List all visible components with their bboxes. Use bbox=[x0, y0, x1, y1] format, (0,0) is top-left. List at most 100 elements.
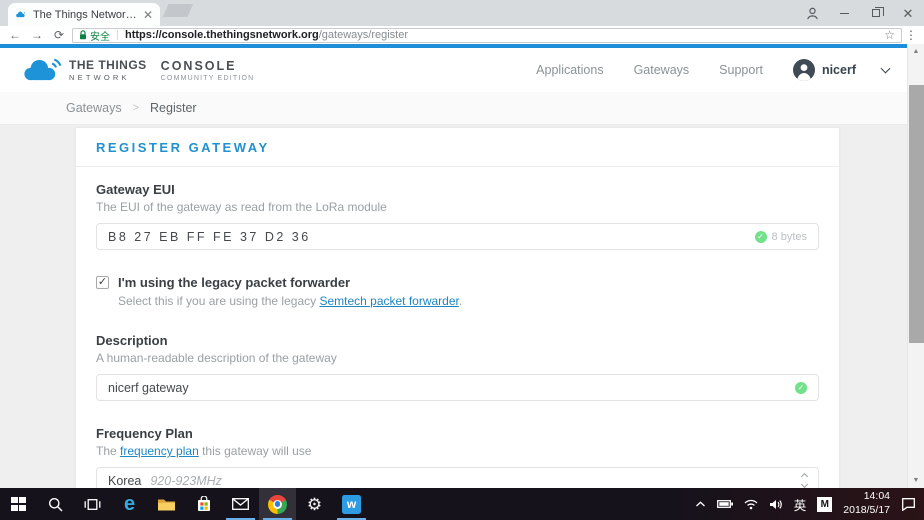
scrollbar-down-icon[interactable]: ▼ bbox=[908, 477, 924, 484]
ime-mode-indicator[interactable]: M bbox=[817, 497, 832, 512]
mail-icon bbox=[232, 498, 249, 510]
browser-tabstrip: The Things Network Co ✕ ✕ bbox=[0, 0, 924, 26]
description-label: Description bbox=[96, 333, 819, 348]
task-view-icon bbox=[84, 498, 101, 511]
windows-logo-icon bbox=[11, 497, 26, 512]
search-icon bbox=[48, 497, 63, 512]
wps-app-button[interactable]: w bbox=[333, 488, 370, 520]
refresh-button[interactable]: ⟳ bbox=[48, 28, 70, 42]
chrome-button[interactable] bbox=[259, 488, 296, 520]
gateway-eui-label: Gateway EUI bbox=[96, 182, 819, 197]
store-button[interactable] bbox=[185, 488, 222, 520]
breadcrumb-register: Register bbox=[150, 101, 197, 115]
eui-validation-badge: ✓ 8 bytes bbox=[755, 231, 807, 243]
breadcrumb-separator: > bbox=[133, 102, 139, 114]
register-form: Gateway EUI The EUI of the gateway as re… bbox=[76, 167, 839, 520]
gear-icon: ⚙ bbox=[307, 496, 322, 513]
file-explorer-button[interactable] bbox=[148, 488, 185, 520]
scrollbar-thumb[interactable] bbox=[909, 85, 924, 343]
ttn-favicon-cloud-icon bbox=[15, 10, 27, 19]
legacy-forwarder-label: I'm using the legacy packet forwarder bbox=[118, 275, 350, 290]
check-icon: ✓ bbox=[795, 382, 807, 394]
url-path: /gateways/register bbox=[319, 29, 408, 41]
store-icon bbox=[196, 496, 212, 512]
gateway-eui-value: B8 27 EB FF FE 37 D2 36 bbox=[108, 230, 311, 244]
nav-gateways[interactable]: Gateways bbox=[634, 63, 690, 77]
taskbar-clock[interactable]: 14:04 2018/5/17 bbox=[843, 490, 890, 517]
legacy-forwarder-help: Select this if you are using the legacy … bbox=[118, 294, 819, 308]
secure-indicator[interactable]: 安全 bbox=[79, 28, 110, 43]
description-value: nicerf gateway bbox=[108, 381, 189, 395]
wifi-icon bbox=[744, 499, 758, 510]
ttn-cloud-icon bbox=[20, 57, 64, 84]
browser-profile-icon[interactable] bbox=[796, 0, 828, 26]
volume-tray-button[interactable] bbox=[769, 499, 783, 510]
screen: The Things Network Co ✕ ✕ ← → ⟳ bbox=[0, 0, 924, 520]
legacy-forwarder-group: ✓ I'm using the legacy packet forwarder … bbox=[96, 275, 819, 308]
frequency-plan-value: Korea bbox=[108, 474, 141, 488]
url-bar[interactable]: 安全 https://console.thethingsnetwork.org/… bbox=[72, 28, 902, 43]
forward-button[interactable]: → bbox=[26, 28, 48, 42]
url-host: https://console.thethingsnetwork.org bbox=[125, 29, 319, 41]
nav-applications[interactable]: Applications bbox=[536, 63, 603, 77]
gateway-eui-input[interactable]: B8 27 EB FF FE 37 D2 36 ✓ 8 bytes bbox=[96, 223, 819, 250]
edge-button[interactable]: e bbox=[111, 488, 148, 520]
battery-tray-button[interactable] bbox=[717, 499, 733, 509]
check-icon: ✓ bbox=[755, 231, 767, 243]
page-scrollbar[interactable]: ▲ ▼ bbox=[907, 44, 924, 488]
tab-close-icon[interactable]: ✕ bbox=[143, 9, 153, 21]
wifi-tray-button[interactable] bbox=[744, 499, 758, 510]
frequency-plan-label: Frequency Plan bbox=[96, 426, 819, 441]
settings-button[interactable]: ⚙ bbox=[296, 488, 333, 520]
description-input[interactable]: nicerf gateway ✓ bbox=[96, 374, 819, 401]
breadcrumb-gateways[interactable]: Gateways bbox=[66, 101, 122, 115]
edge-icon: e bbox=[124, 494, 135, 514]
nav-support[interactable]: Support bbox=[719, 63, 763, 77]
select-stepper-icon bbox=[802, 474, 807, 487]
ttn-logo[interactable]: THE THINGS NETWORK CONSOLE COMMUNITY EDI… bbox=[20, 57, 254, 84]
tab-title: The Things Network Co bbox=[33, 9, 137, 21]
eui-bytes-text: 8 bytes bbox=[772, 231, 807, 243]
notification-icon bbox=[901, 497, 916, 511]
legacy-forwarder-checkbox[interactable]: ✓ bbox=[96, 276, 109, 289]
page-title: REGISTER GATEWAY bbox=[76, 128, 839, 167]
start-button[interactable] bbox=[0, 488, 37, 520]
windows-taskbar: e ⚙ bbox=[0, 488, 924, 520]
chevron-down-icon[interactable] bbox=[881, 64, 891, 74]
product-name: CONSOLE bbox=[161, 59, 255, 73]
frequency-plan-range: 920-923MHz bbox=[150, 474, 222, 488]
user-menu[interactable]: nicerf bbox=[793, 59, 856, 81]
avatar bbox=[793, 59, 815, 81]
semtech-forwarder-link[interactable]: Semtech packet forwarder bbox=[319, 294, 458, 308]
ime-language-indicator[interactable]: 英 bbox=[794, 495, 807, 514]
window-restore-button[interactable] bbox=[860, 0, 892, 26]
omnibox-divider bbox=[117, 30, 118, 40]
chrome-icon bbox=[268, 495, 287, 514]
brand-line1: THE THINGS bbox=[69, 58, 147, 72]
browser-tab[interactable]: The Things Network Co ✕ bbox=[8, 3, 160, 26]
brand-line2: NETWORK bbox=[69, 73, 147, 82]
username: nicerf bbox=[822, 63, 856, 77]
mail-button[interactable] bbox=[222, 488, 259, 520]
back-button[interactable]: ← bbox=[4, 28, 26, 42]
product-edition: COMMUNITY EDITION bbox=[161, 75, 255, 82]
system-tray: 英 M 14:04 2018/5/17 bbox=[695, 488, 924, 520]
task-view-button[interactable] bbox=[74, 488, 111, 520]
secure-label: 安全 bbox=[90, 28, 110, 43]
scrollbar-up-icon[interactable]: ▲ bbox=[908, 48, 924, 55]
browser-menu-icon[interactable]: ⋮ bbox=[902, 28, 920, 42]
tray-expand-button[interactable] bbox=[695, 501, 706, 507]
clock-time: 14:04 bbox=[843, 490, 890, 504]
description-group: Description A human-readable description… bbox=[96, 333, 819, 401]
speaker-icon bbox=[769, 499, 783, 510]
window-close-button[interactable]: ✕ bbox=[892, 0, 924, 26]
bookmark-star-icon[interactable]: ☆ bbox=[884, 29, 895, 41]
action-center-button[interactable] bbox=[901, 497, 916, 511]
taskbar-search-button[interactable] bbox=[37, 488, 74, 520]
breadcrumb: Gateways > Register bbox=[0, 92, 907, 125]
description-help: A human-readable description of the gate… bbox=[96, 351, 819, 365]
window-minimize-button[interactable] bbox=[828, 0, 860, 26]
folder-icon bbox=[157, 497, 176, 511]
frequency-plan-link[interactable]: frequency plan bbox=[120, 444, 199, 458]
new-tab-button[interactable] bbox=[163, 4, 193, 17]
